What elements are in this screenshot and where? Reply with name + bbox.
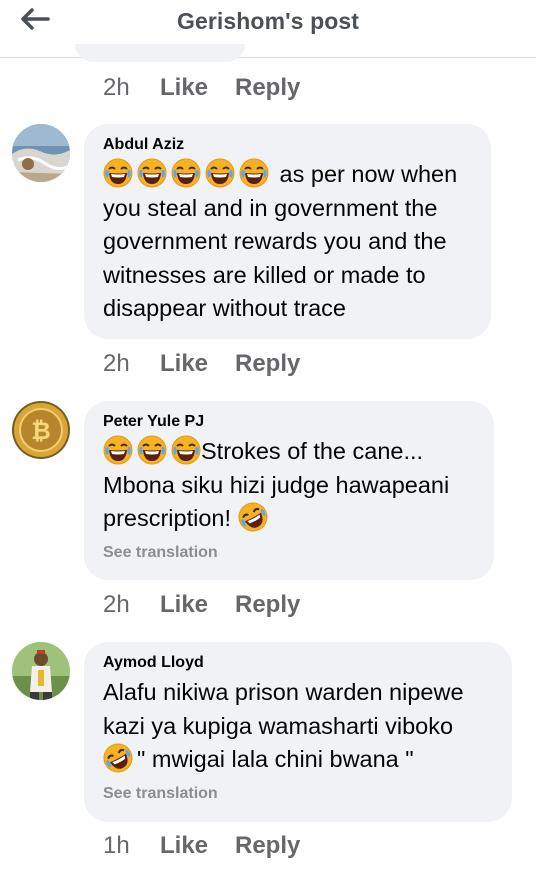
avatar[interactable] bbox=[12, 642, 70, 700]
previous-comment-bubble bbox=[75, 44, 245, 62]
see-translation-link[interactable]: See translation bbox=[103, 785, 493, 803]
comment-body-line2: Mbona siku hizi judge hawapeani prescrip… bbox=[103, 471, 450, 532]
see-translation-link[interactable]: See translation bbox=[103, 544, 475, 562]
comment-actions: 1h Like Reply bbox=[103, 832, 300, 860]
laughing-emoji-icon bbox=[137, 158, 167, 188]
comment-author[interactable]: Aymod Lloyd bbox=[103, 654, 493, 672]
comment-bubble: Aymod Lloyd Alafu nikiwa prison warden n… bbox=[84, 642, 512, 822]
avatar[interactable]: ₿ bbox=[12, 401, 70, 459]
rolling-laughing-emoji-icon bbox=[98, 738, 139, 779]
laughing-emoji-icon bbox=[239, 158, 269, 188]
laughing-emoji-icon bbox=[103, 435, 133, 465]
comment-time: 2h bbox=[103, 591, 130, 618]
comment-bubble: Abdul Aziz as per now when you steal and… bbox=[84, 124, 491, 339]
avatar[interactable] bbox=[12, 124, 70, 182]
reply-button[interactable]: Reply bbox=[235, 74, 300, 102]
previous-comment-actions: 2h Like Reply bbox=[103, 74, 300, 102]
comment-time: 2h bbox=[103, 350, 130, 377]
laughing-emoji-icon bbox=[205, 158, 235, 188]
like-button[interactable]: Like bbox=[160, 350, 235, 378]
comment-body-line1: Strokes of the cane... bbox=[201, 438, 424, 464]
comment-actions: 2h Like Reply bbox=[103, 591, 300, 619]
comment-author[interactable]: Abdul Aziz bbox=[103, 136, 472, 154]
comment-text: Strokes of the cane... Mbona siku hizi j… bbox=[103, 435, 475, 536]
reply-button[interactable]: Reply bbox=[235, 591, 300, 619]
comment-time: 2h bbox=[103, 74, 130, 101]
comment-actions: 2h Like Reply bbox=[103, 350, 300, 378]
like-button[interactable]: Like bbox=[160, 832, 235, 860]
comment-bubble: Peter Yule PJ Strokes of the cane... Mbo… bbox=[84, 401, 494, 580]
like-button[interactable]: Like bbox=[160, 74, 235, 102]
comment-time: 1h bbox=[103, 832, 130, 859]
comment-text: as per now when you steal and in governm… bbox=[103, 158, 472, 326]
reply-button[interactable]: Reply bbox=[235, 350, 300, 378]
comment-text: Alafu nikiwa prison warden nipewe kazi y… bbox=[103, 676, 493, 777]
laughing-emoji-icon bbox=[103, 158, 133, 188]
laughing-emoji-icon bbox=[171, 158, 201, 188]
laughing-emoji-icon bbox=[171, 435, 201, 465]
rolling-laughing-emoji-icon bbox=[232, 497, 273, 538]
comment-author[interactable]: Peter Yule PJ bbox=[103, 413, 475, 431]
reply-button[interactable]: Reply bbox=[235, 832, 300, 860]
like-button[interactable]: Like bbox=[160, 591, 235, 619]
laughing-emoji-icon bbox=[137, 435, 167, 465]
svg-text:₿: ₿ bbox=[31, 417, 51, 445]
comment-body-line2: " mwigai lala chini bwana " bbox=[137, 746, 414, 772]
page-title: Gerishom's post bbox=[176, 8, 360, 34]
comment-body-line1: Alafu nikiwa prison warden nipewe kazi y… bbox=[103, 679, 464, 739]
